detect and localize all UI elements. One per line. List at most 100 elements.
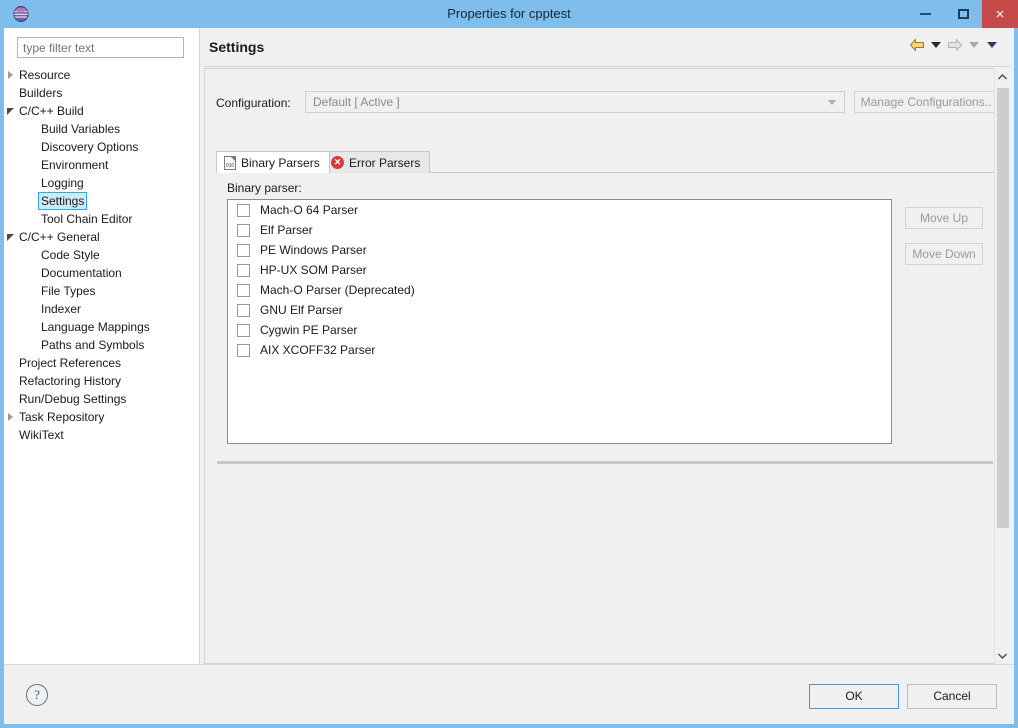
sidebar-item-language-mappings[interactable]: Language Mappings: [4, 318, 199, 336]
binary-parser-list[interactable]: Mach-O 64 Parser Elf Parser PE Windows Par…: [227, 199, 892, 444]
sidebar-item-label: WikiText: [19, 428, 64, 442]
sidebar-item-tool-chain-editor[interactable]: Tool Chain Editor: [4, 210, 199, 228]
sidebar-item-file-types[interactable]: File Types: [4, 282, 199, 300]
sidebar-item-wikitext[interactable]: WikiText: [4, 426, 199, 444]
settings-content-area: Configuration: Default [ Active ] Manage…: [204, 68, 994, 664]
tree-expand-expanded-icon[interactable]: [4, 228, 18, 246]
sidebar-item-label: Task Repository: [19, 410, 105, 424]
parser-list-item[interactable]: Mach-O Parser (Deprecated): [228, 280, 891, 300]
parser-checkbox[interactable]: [237, 203, 250, 217]
sidebar-item-discovery-options[interactable]: Discovery Options: [4, 138, 199, 156]
filter-input[interactable]: [17, 37, 184, 58]
minimize-button[interactable]: [906, 0, 944, 28]
sidebar-item-label: Logging: [41, 176, 84, 190]
move-up-button[interactable]: Move Up: [905, 207, 983, 229]
parser-label: HP-UX SOM Parser: [260, 263, 367, 277]
cancel-button[interactable]: Cancel: [907, 684, 997, 709]
settings-tree[interactable]: Resource Builders C/C++ Build Build Variabl…: [4, 66, 199, 660]
sidebar-item-task-repository[interactable]: Task Repository: [4, 408, 199, 426]
sidebar-item-label: Resource: [19, 68, 71, 82]
page-title: Settings: [209, 39, 265, 55]
configuration-label: Configuration:: [216, 96, 291, 110]
sidebar-item-label: Code Style: [41, 248, 100, 262]
settings-page-pane: Settings Configuration: Default [Active…: [200, 28, 1014, 682]
dialog-footer: ? OK Cancel: [4, 664, 1014, 724]
sidebar-item-label: File Types: [41, 284, 96, 298]
sidebar-item-paths-and-symbols[interactable]: Paths and Symbols: [4, 336, 199, 354]
dialog-body: Resource Builders C/C++ Build Build Variabl…: [4, 28, 1014, 724]
parser-list-item[interactable]: AIX XCOFF32 Parser: [228, 340, 891, 360]
parser-checkbox[interactable]: [237, 243, 250, 257]
sidebar-item-label: Refactoring History: [19, 374, 122, 388]
header-divider: [204, 66, 1010, 67]
sidebar-item-project-references[interactable]: Project References: [4, 354, 199, 372]
chevron-down-icon: [828, 100, 836, 105]
parser-checkbox[interactable]: [237, 283, 250, 297]
parser-label: Elf Parser: [260, 223, 313, 237]
parser-tabstrip: 010 Binary Parsers ✕ Error Parsers: [216, 151, 994, 173]
sidebar-item-label: Settings: [38, 192, 88, 210]
back-history-chevron-down-icon[interactable]: [931, 42, 941, 48]
parser-list-item[interactable]: HP-UX SOM Parser: [228, 260, 891, 280]
help-icon[interactable]: ?: [26, 684, 48, 706]
parser-checkbox[interactable]: [237, 343, 250, 357]
maximize-icon: [957, 9, 969, 19]
content-vertical-scrollbar[interactable]: [994, 68, 1010, 664]
configuration-selected-value: Default [ Active ]: [313, 95, 400, 109]
settings-tree-pane: Resource Builders C/C++ Build Build Variabl…: [4, 28, 200, 664]
parser-list-item[interactable]: Mach-O 64 Parser: [228, 200, 891, 220]
sidebar-item-code-style[interactable]: Code Style: [4, 246, 199, 264]
error-circle-icon: ✕: [331, 156, 344, 169]
window-title: Properties for cpptest: [447, 6, 571, 21]
parser-list-item[interactable]: GNU Elf Parser: [228, 300, 891, 320]
sidebar-item-c-c-general[interactable]: C/C++ General: [4, 228, 199, 246]
maximize-button[interactable]: [944, 0, 982, 28]
parser-list-item[interactable]: Elf Parser: [228, 220, 891, 240]
sidebar-item-label: Builders: [19, 86, 63, 100]
scroll-down-button[interactable]: [995, 647, 1010, 664]
sidebar-item-c-c-build[interactable]: C/C++ Build: [4, 102, 199, 120]
section-separator: [217, 461, 993, 464]
sidebar-item-resource[interactable]: Resource: [4, 66, 199, 84]
tab-error-parsers[interactable]: ✕ Error Parsers: [323, 151, 431, 173]
parser-label: Mach-O Parser (Deprecated): [260, 283, 415, 297]
sidebar-item-environment[interactable]: Environment: [4, 156, 199, 174]
sidebar-item-refactoring-history[interactable]: Refactoring History: [4, 372, 199, 390]
sidebar-item-label: Tool Chain Editor: [41, 212, 133, 226]
parser-list-item[interactable]: Cygwin PE Parser: [228, 320, 891, 340]
sidebar-item-label: Build Variables: [41, 122, 121, 136]
manage-configurations-button[interactable]: Manage Configurations..: [854, 91, 994, 113]
parser-checkbox[interactable]: [237, 323, 250, 337]
back-arrow-icon[interactable]: [909, 38, 925, 52]
view-menu-chevron-down-icon[interactable]: [987, 42, 997, 48]
tree-expand-collapsed-icon[interactable]: [4, 66, 18, 84]
sidebar-item-build-variables[interactable]: Build Variables: [4, 120, 199, 138]
vertical-scrollbar-thumb[interactable]: [997, 88, 1009, 528]
sidebar-item-label: C/C++ General: [19, 230, 100, 244]
sidebar-item-documentation[interactable]: Documentation: [4, 264, 199, 282]
scroll-up-button[interactable]: [995, 68, 1010, 85]
parser-label: GNU Elf Parser: [260, 303, 343, 317]
tree-expand-collapsed-icon[interactable]: [4, 408, 18, 426]
parser-checkbox[interactable]: [237, 303, 250, 317]
move-down-button[interactable]: Move Down: [905, 243, 983, 265]
parser-list-item[interactable]: PE Windows Parser: [228, 240, 891, 260]
parser-label: PE Windows Parser: [260, 243, 367, 257]
close-button[interactable]: ×: [982, 0, 1018, 28]
parser-checkbox[interactable]: [237, 263, 250, 277]
sidebar-item-logging[interactable]: Logging: [4, 174, 199, 192]
ok-button[interactable]: OK: [809, 684, 899, 709]
sidebar-item-builders[interactable]: Builders: [4, 84, 199, 102]
sidebar-item-indexer[interactable]: Indexer: [4, 300, 199, 318]
page-header: Settings: [200, 28, 1014, 66]
minimize-icon: [919, 13, 931, 15]
sidebar-item-label: Project References: [19, 356, 122, 370]
sidebar-item-settings[interactable]: Settings: [4, 192, 199, 210]
tab-binary-parsers[interactable]: 010 Binary Parsers: [216, 151, 330, 173]
sidebar-item-run-debug-settings[interactable]: Run/Debug Settings: [4, 390, 199, 408]
parser-checkbox[interactable]: [237, 223, 250, 237]
title-bar: Properties for cpptest ×: [0, 0, 1018, 28]
close-icon: ×: [995, 5, 1005, 23]
configuration-select[interactable]: Default [ Active ]: [305, 91, 845, 113]
tree-expand-expanded-icon[interactable]: [4, 102, 18, 120]
